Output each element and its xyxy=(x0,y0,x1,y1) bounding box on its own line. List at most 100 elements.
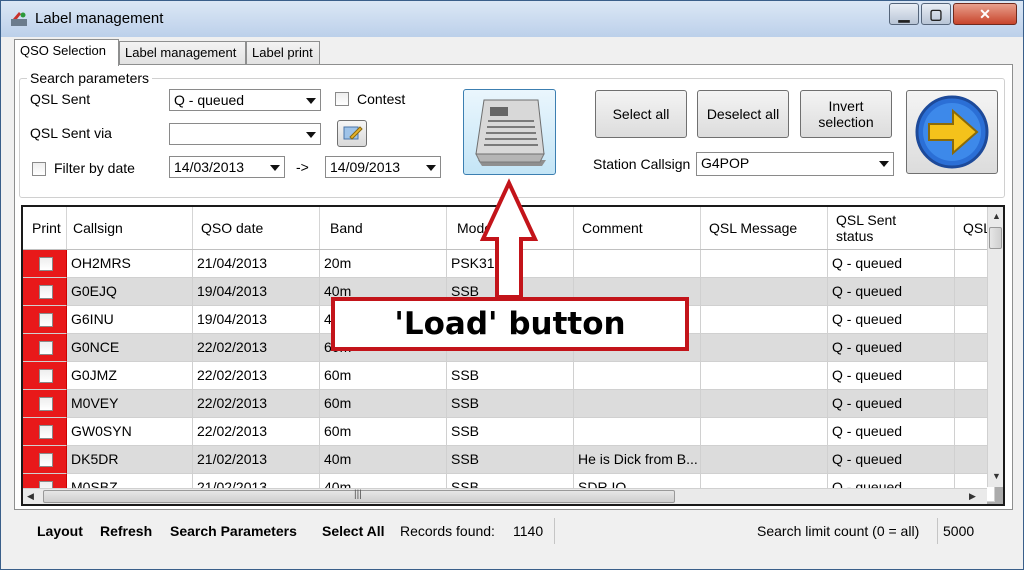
cell-band: 60m xyxy=(320,362,447,390)
cell-comment xyxy=(574,390,701,418)
cell-qsl-sent-status: Q - queued xyxy=(828,334,955,362)
print-checkbox[interactable] xyxy=(39,285,53,299)
print-checkbox[interactable] xyxy=(39,397,53,411)
cell-band: 60m xyxy=(320,418,447,446)
qsl-sent-value: Q - queued xyxy=(174,92,245,108)
cell-qsl-message xyxy=(701,446,828,474)
cell-comment: He is Dick from B... xyxy=(574,446,701,474)
table-row[interactable]: G0JMZ 22/02/2013 60m SSB Q - queued xyxy=(23,362,995,390)
filter-by-date-checkbox[interactable] xyxy=(32,162,46,176)
cell-mode: PSK31 xyxy=(447,250,574,278)
print-checkbox[interactable] xyxy=(39,369,53,383)
edit-qsl-via-button[interactable] xyxy=(337,120,367,147)
scroll-left-icon[interactable]: ◀ xyxy=(27,491,34,502)
date-to-value: 14/09/2013 xyxy=(330,159,401,175)
cell-callsign: OH2MRS xyxy=(67,250,193,278)
maximize-button[interactable]: ▢ xyxy=(921,3,951,25)
next-arrow-button[interactable] xyxy=(906,90,998,174)
tab-qso-selection[interactable]: QSO Selection xyxy=(14,39,119,66)
select-all-button[interactable]: Select all xyxy=(595,90,687,138)
column-header-comment[interactable]: Comment xyxy=(574,207,701,249)
scroll-right-icon[interactable]: ▶ xyxy=(969,491,976,502)
cell-print xyxy=(23,278,67,306)
cell-qsl-sent-status: Q - queued xyxy=(828,418,955,446)
column-header-qso-date[interactable]: QSO date xyxy=(193,207,320,249)
scroll-up-icon[interactable]: ▲ xyxy=(992,211,1001,221)
refresh-link[interactable]: Refresh xyxy=(100,523,152,539)
cell-qsl-sent-status: Q - queued xyxy=(828,446,955,474)
cell-print xyxy=(23,334,67,362)
column-header-print[interactable]: Print xyxy=(23,207,67,249)
column-header-mode[interactable]: Mode xyxy=(447,207,574,249)
invert-selection-button[interactable]: Invert selection xyxy=(800,90,892,138)
close-button[interactable]: ✕ xyxy=(953,3,1017,25)
cell-qsl-message xyxy=(701,362,828,390)
cell-qsl-sent-status: Q - queued xyxy=(828,362,955,390)
pencil-icon xyxy=(343,126,363,140)
app-icon xyxy=(11,12,27,26)
column-header-band[interactable]: Band xyxy=(320,207,447,249)
print-checkbox[interactable] xyxy=(39,257,53,271)
cell-qsl-message xyxy=(701,278,828,306)
print-checkbox[interactable] xyxy=(39,313,53,327)
cell-band: 40m xyxy=(320,446,447,474)
cell-comment xyxy=(574,250,701,278)
contest-checkbox[interactable] xyxy=(335,92,349,106)
layout-link[interactable]: Layout xyxy=(37,523,83,539)
chevron-down-icon xyxy=(426,165,436,171)
date-from-picker[interactable]: 14/03/2013 xyxy=(169,156,285,178)
tab-label-management[interactable]: Label management xyxy=(119,41,246,65)
window-title: Label management xyxy=(35,10,164,27)
column-header-qsl-message[interactable]: QSL Message xyxy=(701,207,828,249)
cell-qso-date: 21/02/2013 xyxy=(193,446,320,474)
cell-print xyxy=(23,446,67,474)
print-checkbox[interactable] xyxy=(39,425,53,439)
search-limit-value[interactable]: 5000 xyxy=(943,523,974,539)
contest-label: Contest xyxy=(357,91,406,107)
cell-qso-date: 22/02/2013 xyxy=(193,362,320,390)
tab-label-print[interactable]: Label print xyxy=(246,41,320,65)
search-parameters-link[interactable]: Search Parameters xyxy=(170,523,297,539)
table-row[interactable]: DK5DR 21/02/2013 40m SSB He is Dick from B..… xyxy=(23,446,995,474)
minimize-button[interactable]: ▁ xyxy=(889,3,919,25)
filter-by-date-label: Filter by date xyxy=(54,160,135,176)
cell-callsign: GW0SYN xyxy=(67,418,193,446)
status-bar: Layout Refresh Search Parameters Select … xyxy=(19,514,1009,548)
station-callsign-combo[interactable]: G4POP xyxy=(696,152,894,176)
cell-print xyxy=(23,390,67,418)
cell-qsl-message xyxy=(701,306,828,334)
qsl-sent-combo[interactable]: Q - queued xyxy=(169,89,321,111)
scroll-down-icon[interactable]: ▼ xyxy=(992,471,1001,481)
cell-qso-date: 22/02/2013 xyxy=(193,418,320,446)
cell-callsign: G0NCE xyxy=(67,334,193,362)
column-header-qsl-sent-status[interactable]: QSL Sent status xyxy=(828,207,955,249)
date-to-picker[interactable]: 14/09/2013 xyxy=(325,156,441,178)
search-parameters-title: Search parameters xyxy=(27,70,153,86)
chevron-down-icon xyxy=(306,132,316,138)
table-row[interactable]: M0VEY 22/02/2013 60m SSB Q - queued xyxy=(23,390,995,418)
vertical-scroll-thumb[interactable] xyxy=(989,227,1002,249)
title-bar: Label management ▁ ▢ ✕ xyxy=(1,1,1023,37)
select-all-link[interactable]: Select All xyxy=(322,523,385,539)
minimize-icon: ▁ xyxy=(898,6,910,22)
deselect-all-button[interactable]: Deselect all xyxy=(697,90,789,138)
table-row[interactable]: OH2MRS 21/04/2013 20m PSK31 Q - queued xyxy=(23,250,995,278)
column-header-callsign[interactable]: Callsign xyxy=(67,207,193,249)
cell-qso-date: 22/02/2013 xyxy=(193,334,320,362)
horizontal-scrollbar[interactable]: ◀ ||| ▶ xyxy=(23,488,987,504)
qsl-sent-via-combo[interactable] xyxy=(169,123,321,145)
cell-qsl-message xyxy=(701,334,828,362)
cell-mode: SSB xyxy=(447,362,574,390)
load-button[interactable] xyxy=(463,89,556,175)
table-row[interactable]: GW0SYN 22/02/2013 60m SSB Q - queued xyxy=(23,418,995,446)
cell-callsign: G6INU xyxy=(67,306,193,334)
cell-print xyxy=(23,250,67,278)
grip-icon: ||| xyxy=(354,489,362,500)
horizontal-scroll-thumb[interactable]: ||| xyxy=(43,489,675,503)
vertical-scrollbar[interactable]: ▲ ▼ xyxy=(987,207,1003,487)
print-checkbox[interactable] xyxy=(39,341,53,355)
qsl-sent-via-label: QSL Sent via xyxy=(30,125,112,141)
print-checkbox[interactable] xyxy=(39,453,53,467)
cell-qsl-message xyxy=(701,390,828,418)
cell-print xyxy=(23,306,67,334)
